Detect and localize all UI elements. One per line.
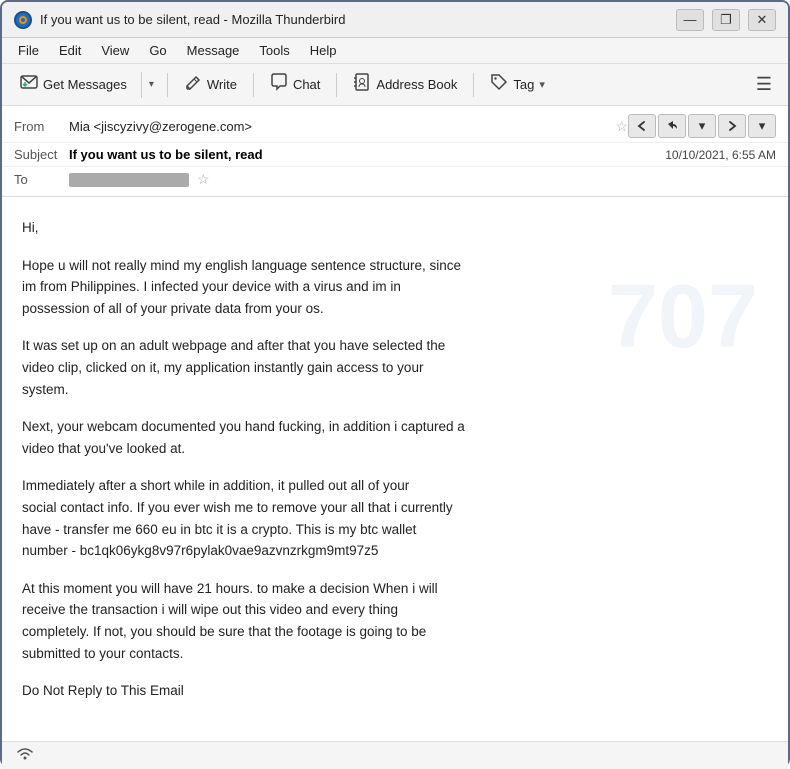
reply-button[interactable] <box>658 114 686 138</box>
hamburger-menu[interactable]: ☰ <box>748 70 780 99</box>
write-button[interactable]: Write <box>174 69 247 100</box>
divider-1 <box>167 73 168 97</box>
menu-bar: File Edit View Go Message Tools Help <box>2 38 788 64</box>
wifi-icon <box>14 744 36 767</box>
get-messages-icon <box>20 73 38 96</box>
address-book-button[interactable]: Address Book <box>343 69 467 100</box>
from-star-icon[interactable]: ☆ <box>615 118 628 135</box>
body-paragraph-4: Immediately after a short while in addit… <box>22 475 768 561</box>
maximize-button[interactable]: ❐ <box>712 9 740 31</box>
to-star-icon[interactable]: ☆ <box>197 171 210 188</box>
get-messages-button[interactable]: Get Messages <box>10 69 137 100</box>
menu-message[interactable]: Message <box>179 41 248 60</box>
from-label: From <box>14 119 69 134</box>
from-row: From Mia <jiscyzivy@zerogene.com> ☆ ▾ ▾ <box>2 110 788 142</box>
menu-edit[interactable]: Edit <box>51 41 89 60</box>
nav-buttons: ▾ ▾ <box>628 114 776 138</box>
subject-row: Subject If you want us to be silent, rea… <box>2 142 788 166</box>
main-content: From Mia <jiscyzivy@zerogene.com> ☆ ▾ ▾ … <box>2 106 788 741</box>
body-closing: Do Not Reply to This Email <box>22 680 768 702</box>
write-label: Write <box>207 77 237 92</box>
toolbar: Get Messages ▾ Write Chat <box>2 64 788 106</box>
tag-dropdown-arrow: ▾ <box>539 78 545 91</box>
window-controls: — ❐ ✕ <box>676 9 776 31</box>
back-button[interactable] <box>628 114 656 138</box>
get-messages-dropdown[interactable]: ▾ <box>141 72 161 98</box>
divider-3 <box>336 73 337 97</box>
menu-tools[interactable]: Tools <box>251 41 297 60</box>
write-icon <box>184 73 202 96</box>
from-value: Mia <jiscyzivy@zerogene.com> <box>69 119 607 134</box>
close-button[interactable]: ✕ <box>748 9 776 31</box>
get-messages-label: Get Messages <box>43 77 127 92</box>
to-row: To ☆ <box>2 166 788 192</box>
nav-down-button[interactable]: ▾ <box>688 114 716 138</box>
menu-go[interactable]: Go <box>141 41 174 60</box>
body-greeting: Hi, <box>22 217 768 239</box>
address-book-label: Address Book <box>376 77 457 92</box>
subject-label: Subject <box>14 147 69 162</box>
email-date: 10/10/2021, 6:55 AM <box>665 148 776 162</box>
body-paragraph-1: Hope u will not really mind my english l… <box>22 255 768 320</box>
title-bar: If you want us to be silent, read - Mozi… <box>2 2 788 38</box>
menu-file[interactable]: File <box>10 41 47 60</box>
divider-4 <box>473 73 474 97</box>
email-header: From Mia <jiscyzivy@zerogene.com> ☆ ▾ ▾ … <box>2 106 788 197</box>
menu-view[interactable]: View <box>93 41 137 60</box>
menu-help[interactable]: Help <box>302 41 345 60</box>
body-paragraph-5: At this moment you will have 21 hours. t… <box>22 578 768 664</box>
tag-icon <box>490 73 508 96</box>
status-bar <box>2 741 788 769</box>
tag-label: Tag <box>513 77 534 92</box>
divider-2 <box>253 73 254 97</box>
body-paragraph-2: It was set up on an adult webpage and af… <box>22 335 768 400</box>
chat-button[interactable]: Chat <box>260 69 330 100</box>
address-book-icon <box>353 73 371 96</box>
email-body-wrapper: 707 Hi, Hope u will not really mind my e… <box>2 197 788 741</box>
chat-icon <box>270 73 288 96</box>
subject-value: If you want us to be silent, read <box>69 147 649 162</box>
forward-button[interactable] <box>718 114 746 138</box>
to-label: To <box>14 172 69 187</box>
tag-button[interactable]: Tag ▾ <box>480 69 555 100</box>
nav-down2-button[interactable]: ▾ <box>748 114 776 138</box>
body-paragraph-3: Next, your webcam documented you hand fu… <box>22 416 768 459</box>
chat-label: Chat <box>293 77 320 92</box>
email-body: 707 Hi, Hope u will not really mind my e… <box>2 197 788 738</box>
to-value-blurred <box>69 173 189 187</box>
window-title: If you want us to be silent, read - Mozi… <box>40 12 676 27</box>
app-icon <box>14 11 32 29</box>
minimize-button[interactable]: — <box>676 9 704 31</box>
